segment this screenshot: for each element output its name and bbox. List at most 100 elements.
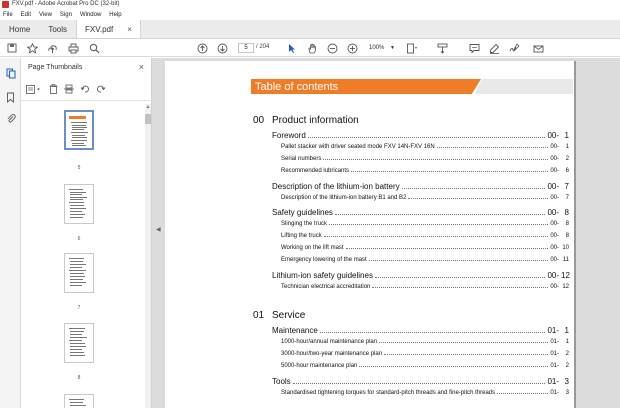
- toc-header-grey: [475, 79, 573, 94]
- leader-dots: [408, 197, 549, 199]
- options-menu-icon[interactable]: [25, 83, 43, 95]
- toc-entry[interactable]: Recommended lubricants 00- 6: [281, 168, 569, 180]
- scroll-mode-icon[interactable]: [436, 42, 448, 54]
- leader-dots: [292, 382, 546, 384]
- tab-document-label: FXV.pdf: [85, 24, 114, 34]
- toc-entry[interactable]: 5000-hour maintenance plan 01- 2: [281, 363, 569, 375]
- toc-entry-chapter: 00-: [550, 257, 559, 264]
- toc-entry-chapter: 00-: [550, 194, 559, 201]
- toc-entry-text: Working on the lift mast: [281, 245, 346, 252]
- toc-entry[interactable]: Description of the lithium-ion battery 00…: [272, 181, 569, 194]
- page-thumbnail[interactable]: [64, 110, 94, 150]
- toc-entry-text: Serial numbers: [281, 156, 324, 163]
- menu-view[interactable]: View: [39, 12, 52, 18]
- rotate-left-icon[interactable]: [79, 83, 91, 95]
- rotate-right-icon[interactable]: [95, 83, 107, 95]
- toc-entry-page: 12: [562, 283, 569, 290]
- page-fit-icon[interactable]: [406, 42, 418, 54]
- share-icon[interactable]: [532, 42, 544, 54]
- toc-entry[interactable]: Serial numbers 00- 2: [281, 156, 569, 168]
- toc-header-band: Table of contents: [251, 79, 573, 94]
- menu-edit[interactable]: Edit: [21, 12, 31, 18]
- menu-file[interactable]: File: [3, 12, 13, 18]
- tab-document[interactable]: FXV.pdf ×: [76, 20, 141, 38]
- toolbar: 5 / 204 100% ▼: [0, 39, 620, 57]
- page-down-icon[interactable]: [216, 42, 228, 54]
- page-thumbnail[interactable]: [64, 253, 94, 293]
- bookmark-star-icon[interactable]: [26, 42, 38, 54]
- menu-help[interactable]: Help: [109, 12, 121, 18]
- toc-entry-chapter: 00-: [547, 181, 559, 191]
- toc-entry[interactable]: 1000-hour/annual maintenance plan 01- 1: [281, 339, 569, 351]
- close-tab-icon[interactable]: ×: [127, 25, 132, 34]
- toc-entry-text: Description of the lithium-ion battery: [272, 181, 402, 191]
- toc-entry[interactable]: 3000-hour/two-year maintenance plan 01- 2: [281, 351, 569, 363]
- toc-entry[interactable]: Technician electrical accreditation 00- 12: [281, 283, 569, 296]
- thumbnail-label: 6: [77, 236, 81, 242]
- zoom-in-icon[interactable]: [346, 42, 358, 54]
- toc-entry[interactable]: Working on the lift mast 00- 10: [281, 245, 569, 257]
- collapse-panel-arrow-icon[interactable]: ◀: [156, 226, 161, 233]
- toc-entry-text: Foreword: [272, 131, 308, 140]
- leader-dots: [379, 342, 549, 343]
- upload-icon[interactable]: [46, 42, 58, 54]
- bookmarks-icon[interactable]: [5, 92, 16, 103]
- page-total: / 204: [256, 44, 270, 50]
- menu-sign[interactable]: Sign: [60, 12, 72, 18]
- delete-page-icon[interactable]: [47, 83, 59, 95]
- toc-entry[interactable]: Safety guidelines 00- 8: [272, 207, 569, 220]
- page-up-icon[interactable]: [196, 42, 208, 54]
- toc-entry[interactable]: Standardised tightening torques for stan…: [281, 389, 569, 402]
- zoom-out-icon[interactable]: [326, 42, 338, 54]
- panel-title: Page Thumbnails: [28, 64, 83, 71]
- leader-dots: [334, 213, 546, 215]
- toc-entry[interactable]: Emergency lowering of the mast 00- 11: [281, 257, 569, 269]
- thumbnail-scrollbar[interactable]: [145, 104, 151, 408]
- toc-entry[interactable]: Slinging the truck 00- 8: [281, 220, 569, 233]
- toc-title: Table of contents: [255, 81, 339, 93]
- acrobat-icon: [2, 1, 9, 8]
- toc-entry[interactable]: Tools 01- 3: [272, 376, 569, 389]
- section-title: Service: [272, 310, 306, 321]
- title-bar: FXV.pdf - Adobe Acrobat Pro DC (32-bit): [0, 0, 620, 9]
- document-viewer[interactable]: Table of contents 00 Product information F…: [152, 58, 620, 408]
- comment-icon[interactable]: [468, 42, 480, 54]
- close-panel-icon[interactable]: ×: [139, 62, 144, 72]
- scroll-up-arrow-icon[interactable]: ▲: [145, 104, 151, 112]
- page-thumbnail[interactable]: [64, 394, 94, 408]
- toc-entry[interactable]: Pallet stacker with driver seated mode F…: [281, 144, 569, 156]
- toc-entry-page: 7: [565, 194, 569, 201]
- panel-toolbar: [25, 82, 145, 96]
- zoom-search-icon[interactable]: [88, 42, 100, 54]
- leader-dots: [372, 286, 549, 288]
- scrollbar-thumb[interactable]: [145, 114, 151, 124]
- page-thumbnail[interactable]: [64, 184, 94, 224]
- page-thumbnail[interactable]: [64, 323, 94, 363]
- zoom-select[interactable]: 100% ▼: [367, 43, 397, 53]
- page-number-input[interactable]: 5: [238, 43, 254, 53]
- toc-entry[interactable]: Lithium-ion safety guidelines 00- 12: [272, 270, 570, 283]
- print-icon[interactable]: [67, 42, 79, 54]
- tab-home[interactable]: Home: [0, 20, 39, 38]
- toc-entry-page: 1: [565, 144, 569, 150]
- toc-entry[interactable]: Description of the lithium-ion battery B…: [281, 194, 569, 207]
- save-icon[interactable]: [6, 42, 18, 54]
- tab-tools[interactable]: Tools: [39, 20, 76, 38]
- hand-tool-icon[interactable]: [306, 42, 318, 54]
- toc-entry-page: 6: [565, 168, 569, 175]
- toc-entry-chapter: 01-: [550, 363, 559, 370]
- toc-entry[interactable]: Maintenance 01- 1: [272, 326, 569, 338]
- window-title: FXV.pdf - Adobe Acrobat Pro DC (32-bit): [12, 1, 120, 7]
- sign-icon[interactable]: [508, 42, 520, 54]
- leader-dots: [497, 392, 549, 394]
- toc-entry[interactable]: Lifting the truck 00- 8: [281, 233, 569, 245]
- toc-entry-chapter: 00-: [547, 270, 559, 280]
- toc-entry-chapter: 00-: [550, 283, 559, 290]
- toc-entry[interactable]: Foreword 00- 1: [272, 131, 569, 143]
- insert-page-icon[interactable]: [63, 83, 75, 95]
- attachments-icon[interactable]: [5, 113, 16, 124]
- select-cursor-icon[interactable]: [286, 42, 298, 54]
- highlight-pen-icon[interactable]: [488, 42, 500, 54]
- page-thumbnails-icon[interactable]: [5, 68, 16, 79]
- menu-window[interactable]: Window: [80, 12, 101, 18]
